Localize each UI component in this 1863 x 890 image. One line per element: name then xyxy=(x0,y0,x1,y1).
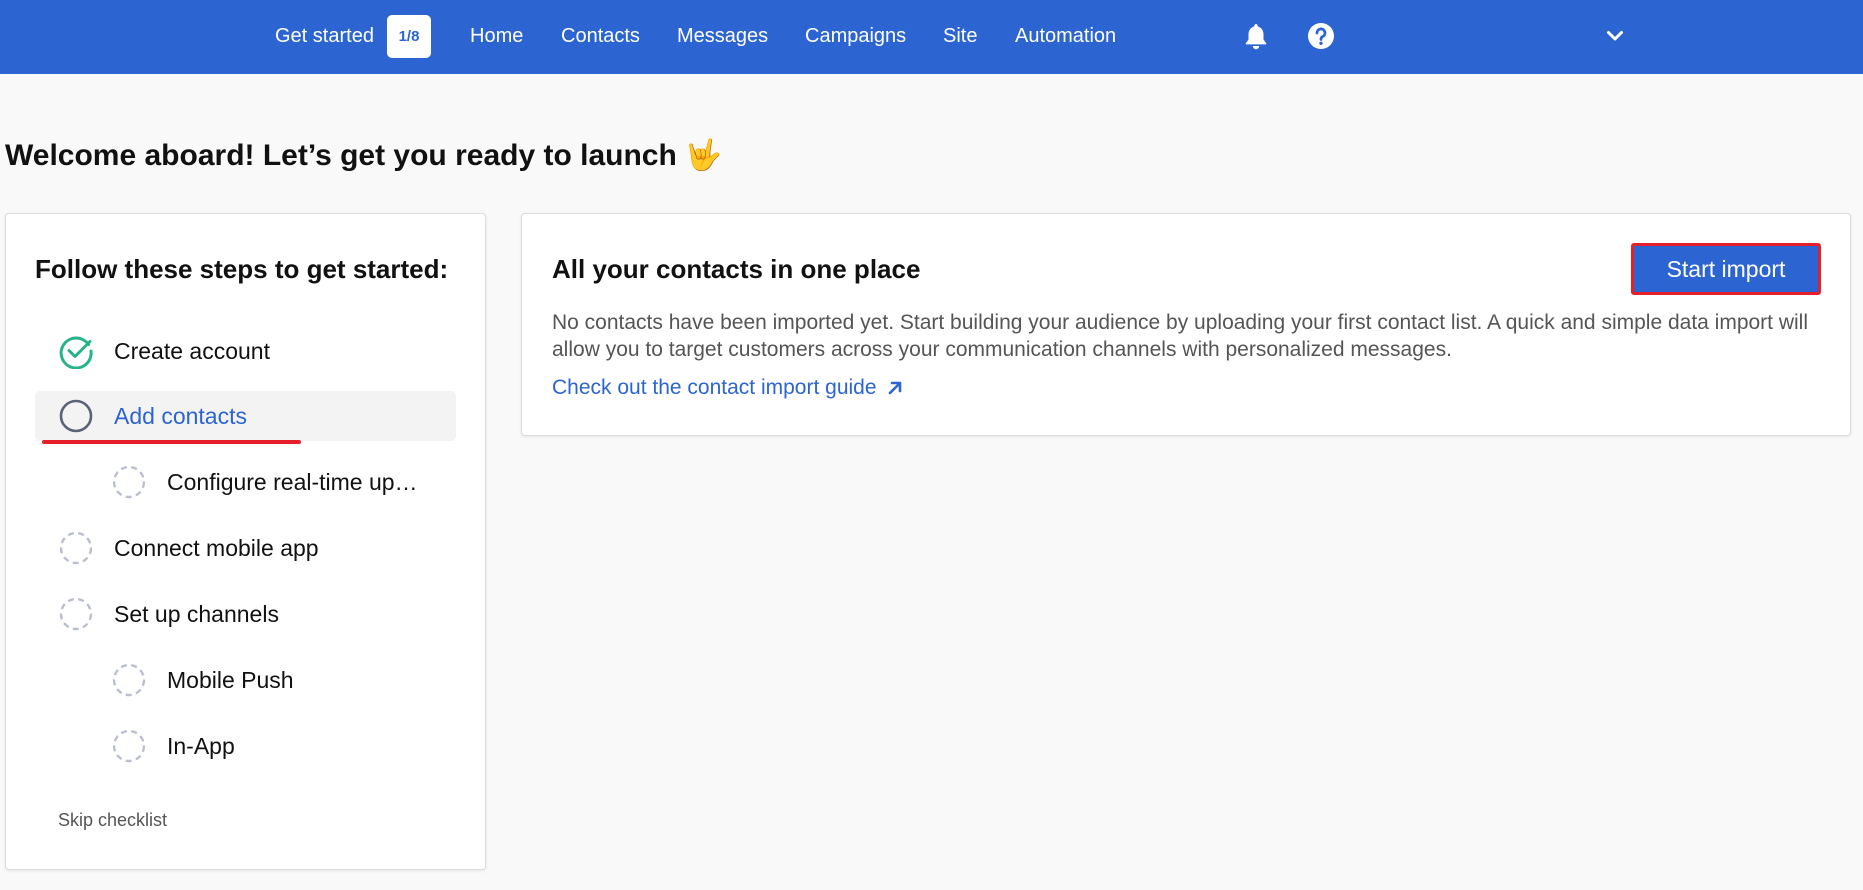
start-import-button[interactable]: Start import xyxy=(1631,243,1821,295)
external-arrow-icon xyxy=(888,381,901,395)
step-label: Add contacts xyxy=(114,402,247,429)
nav-site[interactable]: Site xyxy=(943,0,977,74)
help-icon[interactable] xyxy=(1303,18,1339,54)
dashed-circle-icon xyxy=(59,597,93,631)
contacts-card-title: All your contacts in one place xyxy=(552,254,921,284)
nav-campaigns[interactable]: Campaigns xyxy=(805,0,906,74)
step-connect-mobile-app[interactable]: Connect mobile app xyxy=(58,523,319,573)
contacts-card: All your contacts in one place No contac… xyxy=(521,213,1851,436)
nav-messages[interactable]: Messages xyxy=(677,0,768,74)
skip-checklist-link[interactable]: Skip checklist xyxy=(58,810,167,831)
step-label: Mobile Push xyxy=(167,666,294,693)
guide-link-label: Check out the contact import guide xyxy=(552,376,877,399)
nav-contacts[interactable]: Contacts xyxy=(561,0,640,74)
steps-checklist-card: Follow these steps to get started: Creat… xyxy=(5,213,486,870)
chevron-down-icon[interactable] xyxy=(1597,18,1633,54)
empty-circle-icon xyxy=(59,399,93,433)
progress-badge[interactable]: 1/8 xyxy=(387,15,431,58)
step-label: Create account xyxy=(114,337,270,364)
step-label: Set up channels xyxy=(114,600,279,627)
dashed-circle-icon xyxy=(112,729,146,763)
contact-import-guide-link[interactable]: Check out the contact import guide xyxy=(552,376,903,400)
nav-automation[interactable]: Automation xyxy=(1015,0,1116,74)
step-in-app[interactable]: In-App xyxy=(111,721,235,771)
step-add-contacts[interactable]: Add contacts xyxy=(35,391,456,441)
steps-title: Follow these steps to get started: xyxy=(35,254,449,284)
top-nav-bar: Get started 1/8 Home Contacts Messages C… xyxy=(0,0,1863,74)
page-title: Welcome aboard! Let’s get you ready to l… xyxy=(5,138,722,173)
step-label: In-App xyxy=(167,732,235,759)
nav-get-started[interactable]: Get started xyxy=(275,0,374,74)
step-label: Configure real-time up… xyxy=(167,468,418,495)
step-label: Connect mobile app xyxy=(114,534,319,561)
check-circle-icon xyxy=(59,336,93,369)
page-title-text: Welcome aboard! Let’s get you ready to l… xyxy=(5,139,677,172)
contacts-card-description: No contacts have been imported yet. Star… xyxy=(552,311,1809,361)
dashed-circle-icon xyxy=(59,531,93,565)
step-mobile-push[interactable]: Mobile Push xyxy=(111,655,294,705)
dashed-circle-icon xyxy=(112,663,146,697)
active-step-underline xyxy=(42,440,301,444)
bell-icon[interactable] xyxy=(1238,18,1274,54)
nav-home[interactable]: Home xyxy=(470,0,523,74)
step-configure-real-time-updates[interactable]: Configure real-time up… xyxy=(111,457,418,507)
dashed-circle-icon xyxy=(112,465,146,499)
step-create-account[interactable]: Create account xyxy=(58,326,270,376)
step-set-up-channels[interactable]: Set up channels xyxy=(58,589,279,639)
hand-emoji-icon: 🤟 xyxy=(684,139,723,172)
